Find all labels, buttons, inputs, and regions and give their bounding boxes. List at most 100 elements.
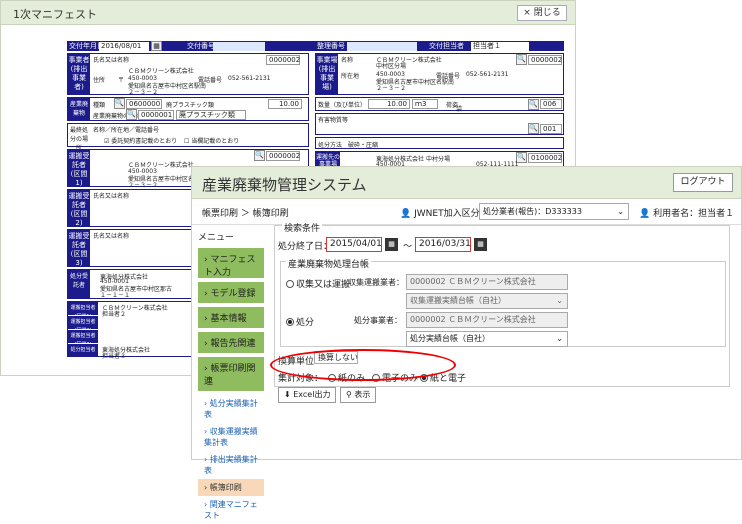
final-check1[interactable]: ☑ 委託契約書記載のとおり xyxy=(104,136,177,145)
dest-code[interactable]: 0100002 xyxy=(528,153,562,163)
waste-kind-code[interactable]: 0600000 xyxy=(126,99,162,109)
logout-button[interactable]: ログアウト xyxy=(673,173,733,192)
final-c2: 当欄記載のとおり xyxy=(191,138,240,145)
submenu-collect-total[interactable]: › 収集運搬実績集計表 xyxy=(198,423,264,451)
extra1-label: 運搬担当者(区間2) xyxy=(68,316,98,334)
search-icon[interactable]: 🔍 xyxy=(528,99,539,110)
menu-report[interactable]: › 報告先関連 xyxy=(198,332,264,353)
waste-qty[interactable]: 10.00 xyxy=(268,99,302,109)
shape-code[interactable]: 006 xyxy=(540,99,562,109)
show-button[interactable]: ⚲ 表示 xyxy=(340,387,377,403)
radio-disposal[interactable] xyxy=(286,318,294,326)
emitter-vlabel: 事業者(排出事業者) xyxy=(68,54,90,94)
manifest-date-field[interactable]: 2016/08/01 xyxy=(99,42,149,51)
app-title: 産業廃棄物管理システム xyxy=(202,176,367,194)
date-from-input[interactable]: 2015/04/01 xyxy=(326,237,382,252)
search-icon: ⚲ xyxy=(346,390,352,399)
transport3-name-label: 氏名又は名称 xyxy=(93,233,130,240)
excel-button[interactable]: ⬇ Excel出力 xyxy=(278,387,337,403)
search-icon[interactable]: 🔍 xyxy=(254,150,265,161)
harmful-code[interactable]: 001 xyxy=(540,124,562,134)
submenu-emit-total[interactable]: › 排出実績集計表 xyxy=(198,451,264,479)
emitter-code[interactable]: 0000002 xyxy=(266,55,300,65)
delivery-no-field[interactable] xyxy=(213,42,265,51)
transport1-code[interactable]: 0000002 xyxy=(266,151,300,161)
emitter-zip: 〒 xyxy=(118,77,125,84)
disposal-select-value: 処分実績台帳（自社） xyxy=(410,334,490,343)
search-icon[interactable]: 🔍 xyxy=(126,109,137,120)
transport2-section: 運搬受託者(区間2) 氏名又は名称 xyxy=(67,189,193,227)
show-label: 表示 xyxy=(354,390,371,399)
collect-field[interactable]: 0000002 ＣＢＭクリーン株式会社 xyxy=(406,274,568,290)
collect-select[interactable]: 収集運搬実績台帳（自社） ⌄ xyxy=(406,293,568,309)
emitter-name: ＣＢＭクリーン株式会社 xyxy=(128,68,194,75)
menu-model-label: モデル登録 xyxy=(210,289,256,299)
qty-section: 数量（及び単位） 10.00 ｍ3 荷姿 袋 🔍 006 xyxy=(315,97,564,113)
site-addr-label: 所在地 xyxy=(341,73,360,80)
harmful-section: 有害物質等 🔍 001 xyxy=(315,113,564,135)
emitter-name-label: 氏名又は名称 xyxy=(93,57,130,64)
calendar-icon[interactable]: ▦ xyxy=(385,238,398,251)
menu-print[interactable]: › 帳票印刷関連 xyxy=(198,357,264,391)
staff-label: 交付担当者 xyxy=(429,42,464,50)
unit-select[interactable]: ｍ3 xyxy=(412,99,438,109)
search-icon[interactable]: 🔍 xyxy=(528,123,539,134)
waste-vlabel: 産業廃棄物 xyxy=(68,98,90,120)
final-check2[interactable]: ☐ 当欄記載のとおり xyxy=(184,136,239,145)
method-label: 処分方法 xyxy=(318,142,343,149)
disposal-field[interactable]: 0000002 ＣＢＭクリーン株式会社 xyxy=(406,312,568,328)
calendar-icon[interactable]: ▦ xyxy=(474,238,487,251)
search-icon[interactable]: 🔍 xyxy=(114,98,125,109)
close-button[interactable]: × 閉じる xyxy=(517,5,567,21)
waste-section: 産業廃棄物 種類 🔍 0600000 廃プラスチック類 10.00 産業廃棄物の… xyxy=(67,97,309,121)
date-to-input[interactable]: 2016/03/31 xyxy=(415,237,471,252)
menu-manifest[interactable]: › マニフェスト入力 xyxy=(198,248,264,278)
search-icon[interactable]: 🔍 xyxy=(516,54,527,65)
kubun-select[interactable]: 処分業者(報告)：D333333 ⌄ xyxy=(479,203,629,220)
calendar-icon[interactable]: ▦ xyxy=(151,41,162,51)
submenu-emit-total-label: 排出実績集計表 xyxy=(204,455,258,475)
no-label: 交付番号 xyxy=(187,42,215,50)
final-c1: 委託契約書記載のとおり xyxy=(111,138,178,145)
opt-collect[interactable]: 収集又は運搬 xyxy=(286,277,350,290)
opt-collect-label: 収集又は運搬 xyxy=(296,280,351,290)
user-icon: 👤 xyxy=(639,209,651,219)
radio-collect[interactable] xyxy=(286,280,294,288)
reg-no-field[interactable] xyxy=(347,42,417,51)
collect-select-value: 収集運搬実績台帳（自社） xyxy=(410,296,506,305)
ledger-title: 産業廃棄物処理台帳 xyxy=(286,257,372,270)
emitter-addr2: ２－３－２ xyxy=(128,89,159,96)
submenu-related[interactable]: › 関連マニフェスト xyxy=(198,496,264,524)
submenu-ledger-print[interactable]: › 帳簿印刷 xyxy=(198,479,264,496)
opt-disposal[interactable]: 処分 xyxy=(286,315,314,328)
qty2-field[interactable]: 10.00 xyxy=(368,99,410,109)
collect-label: 収集運搬業者： xyxy=(348,278,404,287)
menu-basic[interactable]: › 基本情報 xyxy=(198,307,264,328)
chevron-down-icon: ⌄ xyxy=(617,207,624,216)
info-bar: 帳票印刷 ＞ 帳簿印刷 👤 JWNET加入区分： 処分業者(報告)：D33333… xyxy=(192,199,741,225)
transport1-addr2: ２－３－２ xyxy=(128,182,159,189)
extra0-label: 運搬担当者(区間1) xyxy=(68,302,98,320)
site-name2: 中村区分場 xyxy=(376,63,407,70)
disposal-select[interactable]: 処分実績台帳（自社） ⌄ xyxy=(406,331,568,347)
waste-name[interactable]: 廃プラスチック類 xyxy=(176,110,246,120)
user-icon: 👤 xyxy=(400,209,412,219)
staff-field[interactable]: 担当者１ xyxy=(471,42,529,51)
extra0-value2: 担当者２ xyxy=(102,311,127,318)
shape-value: 袋 xyxy=(456,106,463,113)
reg-label: 整理番号 xyxy=(317,42,345,50)
waste-name-code[interactable]: 0000001 xyxy=(138,110,174,120)
harmful-label: 有害物質等 xyxy=(318,117,349,124)
waste-kind: 廃プラスチック類 xyxy=(166,102,214,109)
submenu-collect-total-label: 収集運搬実績集計表 xyxy=(204,427,258,447)
site-name-label: 名称 xyxy=(341,57,354,64)
kubun-label-text: JWNET加入区分： xyxy=(414,209,489,219)
submenu-disposal-total[interactable]: › 処分実績集計表 xyxy=(198,395,264,423)
user-name: 利用者名：担当者１ xyxy=(653,209,735,219)
method-section: 処分方法 破砕・圧縮 xyxy=(315,137,564,149)
menu-model[interactable]: › モデル登録 xyxy=(198,282,264,303)
site-section: 事業場(排出事業場) 名称 ＣＢＭクリーン株式会社 中村区分場 🔍 000000… xyxy=(315,53,564,95)
transport2-name-label: 氏名又は名称 xyxy=(93,193,130,200)
site-code[interactable]: 0000002 xyxy=(528,55,562,65)
excel-label: Excel出力 xyxy=(293,390,331,399)
